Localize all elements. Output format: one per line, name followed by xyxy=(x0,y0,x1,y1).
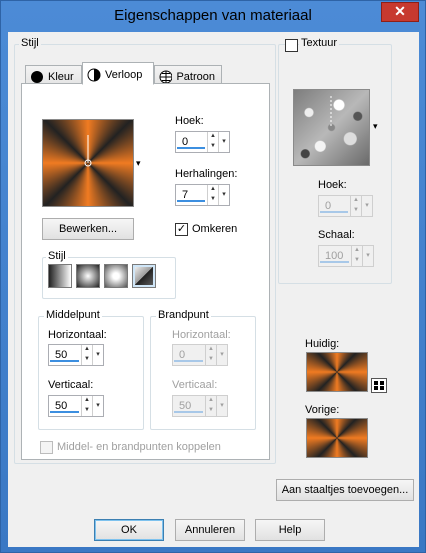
angle-dropdown-icon[interactable]: ▾ xyxy=(218,132,229,152)
help-button[interactable]: Help xyxy=(255,519,325,541)
angle-label: Hoek: xyxy=(175,115,204,127)
texture-scale-dropdown-icon[interactable]: ▾ xyxy=(362,246,373,266)
cancel-button[interactable]: Annuleren xyxy=(175,519,245,541)
focal-horizontal-dropdown-icon[interactable]: ▾ xyxy=(216,345,227,365)
focal-point-label: Brandpunt xyxy=(156,309,211,321)
link-points-label: Middel- en brandpunten koppelen xyxy=(57,441,221,453)
repeats-arrows[interactable]: ▲ ▼ xyxy=(207,185,218,205)
material-properties-window: Eigenschappen van materiaal ✕ Stijl Kleu… xyxy=(0,0,426,553)
angle-arrows[interactable]: ▲ ▼ xyxy=(207,132,218,152)
texture-angle-value[interactable]: 0 xyxy=(320,197,348,213)
center-vertical-stepper[interactable]: 50 ▲ ▼ ▾ xyxy=(48,395,104,417)
gradient-preview[interactable] xyxy=(42,119,134,207)
repeats-label: Herhalingen: xyxy=(175,168,238,180)
repeats-stepper[interactable]: 7 ▲ ▼ ▾ xyxy=(175,184,230,206)
texture-scale-label: Schaal: xyxy=(318,229,355,241)
focal-vertical-dropdown-icon[interactable]: ▾ xyxy=(216,396,227,416)
gradient-angle-handle[interactable] xyxy=(43,120,133,206)
tab-kleur[interactable]: Kleur xyxy=(25,65,82,85)
center-point-label: Middelpunt xyxy=(44,309,102,321)
focal-horizontal-arrows[interactable]: ▲ ▼ xyxy=(205,345,216,365)
center-horizontal-value[interactable]: 50 xyxy=(50,346,79,362)
style-rectangular-button[interactable] xyxy=(76,264,100,288)
texture-angle-stepper[interactable]: 0 ▲ ▼ ▾ xyxy=(318,195,373,217)
texture-angle-label: Hoek: xyxy=(318,179,347,191)
style-radial-button[interactable] xyxy=(132,264,156,288)
texture-scale-stepper[interactable]: 100 ▲ ▼ ▾ xyxy=(318,245,374,267)
tab-verloop-label: Verloop xyxy=(105,69,143,81)
style-outer-group-label: Stijl xyxy=(19,37,41,49)
center-vertical-value[interactable]: 50 xyxy=(50,397,79,413)
focal-horizontal-stepper[interactable]: 0 ▲ ▼ ▾ xyxy=(172,344,228,366)
half-circle-icon xyxy=(87,68,101,82)
edit-gradient-button[interactable]: Bewerken... xyxy=(42,218,134,240)
gradient-tab-panel: ▾ Hoek: 0 ▲ ▼ ▾ Herhalingen: 7 ▲ ▼ ▾ Bewer… xyxy=(21,83,270,460)
title-bar[interactable]: Eigenschappen van materiaal ✕ xyxy=(1,1,425,31)
ok-button[interactable]: OK xyxy=(94,519,164,541)
texture-scale-value[interactable]: 100 xyxy=(320,247,349,263)
previous-material-label: Vorige: xyxy=(305,404,340,416)
window-title: Eigenschappen van materiaal xyxy=(114,7,312,24)
close-button[interactable]: ✕ xyxy=(381,2,419,22)
center-vertical-arrows[interactable]: ▲ ▼ xyxy=(81,396,92,416)
center-vertical-dropdown-icon[interactable]: ▾ xyxy=(92,396,103,416)
texture-angle-arrows[interactable]: ▲ ▼ xyxy=(350,196,361,216)
add-to-swatches-button[interactable]: Aan staaltjes toevoegen... xyxy=(276,479,414,501)
tab-kleur-label: Kleur xyxy=(48,70,74,83)
texture-checkbox[interactable] xyxy=(285,39,298,52)
current-material-label: Huidig: xyxy=(305,338,340,350)
gradient-dropdown-icon[interactable]: ▾ xyxy=(136,158,141,169)
focal-vertical-stepper[interactable]: 50 ▲ ▼ ▾ xyxy=(172,395,228,417)
invert-label: Omkeren xyxy=(192,223,238,235)
texture-angle-handle[interactable] xyxy=(294,90,369,165)
focal-vertical-arrows[interactable]: ▲ ▼ xyxy=(205,396,216,416)
focal-vertical-value[interactable]: 50 xyxy=(174,397,203,413)
focal-horizontal-label: Horizontaal: xyxy=(172,329,231,341)
center-horizontal-label: Horizontaal: xyxy=(48,329,107,341)
center-horizontal-stepper[interactable]: 50 ▲ ▼ ▾ xyxy=(48,344,104,366)
texture-scale-arrows[interactable]: ▲ ▼ xyxy=(351,246,362,266)
texture-dropdown-icon[interactable]: ▾ xyxy=(373,121,378,132)
tab-patroon-label: Patroon xyxy=(176,70,215,83)
current-material-swatch xyxy=(306,352,368,392)
solid-circle-icon xyxy=(31,70,43,83)
center-horizontal-dropdown-icon[interactable]: ▾ xyxy=(92,345,103,365)
center-horizontal-arrows[interactable]: ▲ ▼ xyxy=(81,345,92,365)
swap-materials-icon[interactable] xyxy=(371,378,387,393)
invert-checkbox[interactable]: ✓ xyxy=(175,223,188,236)
repeats-dropdown-icon[interactable]: ▾ xyxy=(218,185,229,205)
texture-label: Textuur xyxy=(299,37,340,49)
dialog-body: Stijl Kleur Verloop Patroon ▾ Hoek: 0 ▲ … xyxy=(8,32,419,547)
style-linear-button[interactable] xyxy=(48,264,72,288)
previous-material-swatch[interactable] xyxy=(306,418,368,458)
center-vertical-label: Verticaal: xyxy=(48,379,94,391)
link-points-checkbox[interactable] xyxy=(40,441,53,454)
focal-horizontal-value[interactable]: 0 xyxy=(174,346,203,362)
style-sunburst-button[interactable] xyxy=(104,264,128,288)
focal-vertical-label: Verticaal: xyxy=(172,379,218,391)
tab-patroon[interactable]: Patroon xyxy=(154,65,222,85)
globe-pattern-icon xyxy=(159,70,173,83)
swap-grid-icon xyxy=(374,381,384,390)
gradient-style-label: Stijl xyxy=(46,250,68,262)
texture-angle-dropdown-icon[interactable]: ▾ xyxy=(361,196,372,216)
tab-verloop[interactable]: Verloop xyxy=(82,62,154,85)
repeats-value[interactable]: 7 xyxy=(177,186,205,202)
angle-value[interactable]: 0 xyxy=(177,133,205,149)
angle-stepper[interactable]: 0 ▲ ▼ ▾ xyxy=(175,131,230,153)
texture-preview[interactable] xyxy=(293,89,370,166)
